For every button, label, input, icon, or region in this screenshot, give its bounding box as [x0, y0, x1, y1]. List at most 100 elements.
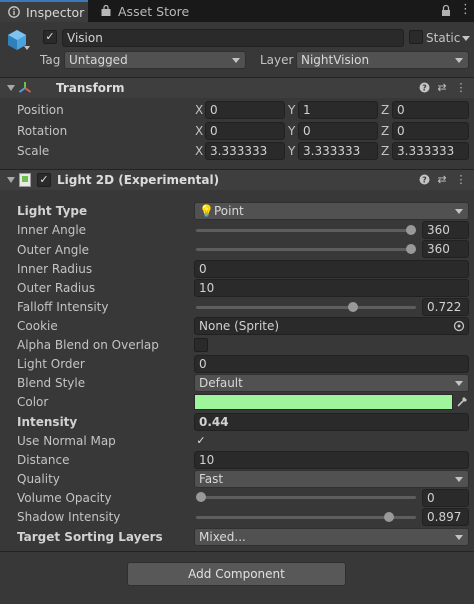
outer-radius-field[interactable]: 10	[194, 279, 469, 297]
normal-map-checkbox[interactable]: ✓	[194, 434, 208, 448]
outer-angle-label: Outer Angle	[17, 243, 90, 257]
falloff-slider-thumb[interactable]	[347, 302, 358, 312]
scale-z-field[interactable]: 3.333333	[392, 142, 469, 160]
distance-field[interactable]: 10	[194, 451, 469, 469]
outer-radius-label: Outer Radius	[17, 281, 96, 295]
inner-radius-label: Inner Radius	[17, 262, 93, 276]
inner-angle-slider-track[interactable]	[196, 229, 416, 232]
info-icon	[8, 6, 20, 18]
inner-angle-slider-thumb[interactable]	[406, 225, 416, 235]
sorting-layers-label: Target Sorting Layers	[17, 530, 163, 544]
intensity-field[interactable]: 0.44	[194, 413, 469, 431]
color-swatch[interactable]	[194, 394, 453, 410]
tag-dropdown[interactable]: Untagged	[64, 51, 246, 69]
axis-x-label: X	[195, 124, 204, 138]
preset-icon[interactable]: ⇄	[436, 174, 448, 186]
light-type-dropdown[interactable]: 💡Point	[194, 202, 469, 220]
light2d-title: Light 2D (Experimental)	[57, 173, 220, 187]
chevron-down-icon	[455, 209, 463, 214]
more-options-icon[interactable]: ⋮	[455, 82, 467, 94]
lock-icon[interactable]	[440, 4, 452, 20]
gameobject-icon	[5, 28, 29, 55]
active-checkbox[interactable]: ✓	[43, 30, 57, 44]
alpha-blend-checkbox[interactable]	[194, 338, 208, 352]
outer-angle-slider-track[interactable]	[196, 248, 416, 251]
outer-angle-field[interactable]: 360	[422, 240, 469, 258]
shadow-intensity-label: Shadow Intensity	[17, 510, 121, 524]
axis-z-label: Z	[381, 124, 390, 138]
object-picker-icon[interactable]	[453, 320, 465, 334]
layer-dropdown[interactable]: NightVision	[296, 51, 469, 69]
light-type-value: Point	[213, 204, 244, 218]
position-z-field[interactable]: 0	[392, 101, 469, 119]
object-name-field[interactable]: Vision	[62, 29, 404, 47]
axis-y-label: Y	[288, 103, 296, 117]
chevron-down-icon	[232, 58, 240, 63]
static-checkbox[interactable]	[409, 30, 423, 44]
falloff-slider-track[interactable]	[196, 306, 416, 309]
volume-opacity-field[interactable]: 0	[422, 489, 469, 507]
position-x-field[interactable]: 0	[205, 101, 285, 119]
transform-header[interactable]: Transform ? ⇄ ⋮	[0, 77, 474, 98]
scale-y-field[interactable]: 3.333333	[298, 142, 378, 160]
foldout-arrow-icon[interactable]	[7, 85, 15, 91]
volume-opacity-slider-thumb[interactable]	[196, 492, 206, 502]
scale-label: Scale	[17, 144, 50, 158]
svg-text:?: ?	[422, 84, 427, 93]
blend-style-value: Default	[199, 376, 243, 390]
falloff-intensity-label: Falloff Intensity	[17, 300, 109, 314]
static-label: Static	[426, 31, 461, 45]
chevron-down-icon	[455, 381, 463, 386]
scale-x-field[interactable]: 3.333333	[205, 142, 285, 160]
axis-x-label: X	[195, 144, 204, 158]
icon-dropdown-caret[interactable]	[24, 46, 30, 50]
sorting-layers-dropdown[interactable]: Mixed...	[194, 528, 469, 546]
shadow-intensity-slider-thumb[interactable]	[384, 512, 395, 522]
rotation-x-field[interactable]: 0	[205, 122, 285, 140]
chevron-down-icon	[455, 58, 463, 63]
falloff-intensity-field[interactable]: 0.722	[422, 298, 469, 316]
svg-text:?: ?	[422, 176, 427, 185]
inner-angle-field[interactable]: 360	[422, 221, 469, 239]
shadow-intensity-field[interactable]: 0.897	[422, 508, 469, 526]
light-order-label: Light Order	[17, 357, 85, 371]
preset-icon[interactable]: ⇄	[436, 82, 448, 94]
blend-style-dropdown[interactable]: Default	[194, 374, 469, 392]
component-divider	[0, 551, 474, 552]
position-y-field[interactable]: 1	[298, 101, 378, 119]
outer-angle-slider-thumb[interactable]	[406, 244, 416, 254]
tab-bar: Inspector Asset Store ⋮	[0, 0, 474, 22]
tag-label: Tag	[40, 53, 61, 67]
more-options-icon[interactable]: ⋮	[459, 3, 472, 17]
light-type-label: Light Type	[17, 204, 88, 218]
tab-label: Inspector	[26, 4, 85, 20]
alpha-blend-label: Alpha Blend on Overlap	[17, 338, 159, 352]
tab-inspector[interactable]: Inspector	[0, 0, 88, 22]
static-dropdown-caret[interactable]	[462, 36, 470, 41]
foldout-arrow-icon[interactable]	[7, 177, 15, 183]
more-options-icon[interactable]: ⋮	[455, 174, 467, 186]
help-icon[interactable]: ?	[418, 82, 430, 94]
add-component-button[interactable]: Add Component	[127, 562, 346, 586]
rotation-label: Rotation	[17, 124, 68, 138]
eyedropper-icon[interactable]	[456, 395, 469, 411]
light2d-header[interactable]: ✓ Light 2D (Experimental) ? ⇄ ⋮	[0, 169, 474, 190]
tab-asset-store[interactable]: Asset Store	[92, 0, 192, 22]
sorting-layers-value: Mixed...	[199, 530, 246, 544]
rotation-z-field[interactable]: 0	[392, 122, 469, 140]
inner-radius-field[interactable]: 0	[194, 260, 469, 278]
cookie-value: None (Sprite)	[199, 319, 280, 333]
transform-title: Transform	[56, 81, 125, 95]
normal-map-label: Use Normal Map	[17, 434, 116, 448]
light-order-field[interactable]: 0	[194, 355, 469, 373]
layer-value: NightVision	[301, 53, 370, 67]
quality-dropdown[interactable]: Fast	[194, 470, 469, 488]
layer-label: Layer	[260, 53, 294, 67]
rotation-y-field[interactable]: 0	[298, 122, 378, 140]
volume-opacity-slider-track[interactable]	[196, 496, 416, 499]
shadow-intensity-slider-track[interactable]	[196, 516, 416, 519]
cookie-field[interactable]: None (Sprite)	[194, 317, 469, 335]
light2d-enabled-checkbox[interactable]: ✓	[37, 173, 51, 187]
shopping-bag-icon	[100, 5, 112, 17]
help-icon[interactable]: ?	[418, 174, 430, 186]
